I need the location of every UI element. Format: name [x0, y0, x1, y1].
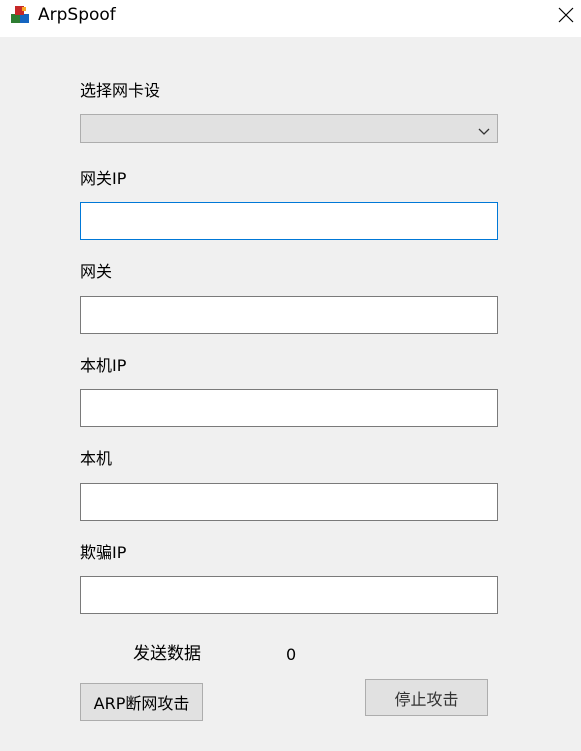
- spoof-ip-input[interactable]: [80, 576, 498, 614]
- chevron-down-icon: [477, 123, 491, 135]
- stop-attack-button[interactable]: 停止攻击: [365, 679, 488, 716]
- arp-attack-button[interactable]: ARP断网攻击: [80, 683, 203, 721]
- gateway-label: 网关: [80, 262, 113, 281]
- sent-count-value: 0: [286, 645, 297, 664]
- adapter-select[interactable]: [80, 114, 498, 143]
- local-input[interactable]: [80, 483, 498, 521]
- local-label: 本机: [80, 449, 113, 468]
- spoof-ip-label: 欺骗IP: [80, 543, 127, 562]
- close-icon[interactable]: [551, 0, 581, 30]
- local-ip-input[interactable]: [80, 389, 498, 427]
- local-ip-label: 本机IP: [80, 356, 127, 375]
- title-bar: ArpSpoof: [0, 0, 581, 37]
- window-title: ArpSpoof: [38, 5, 116, 25]
- sent-count-label: 发送数据: [133, 644, 201, 664]
- adapter-label: 选择网卡设: [80, 81, 161, 100]
- app-cubes-icon: [9, 4, 33, 28]
- gateway-ip-label: 网关IP: [80, 169, 127, 188]
- gateway-ip-input[interactable]: [80, 202, 498, 240]
- gateway-input[interactable]: [80, 296, 498, 334]
